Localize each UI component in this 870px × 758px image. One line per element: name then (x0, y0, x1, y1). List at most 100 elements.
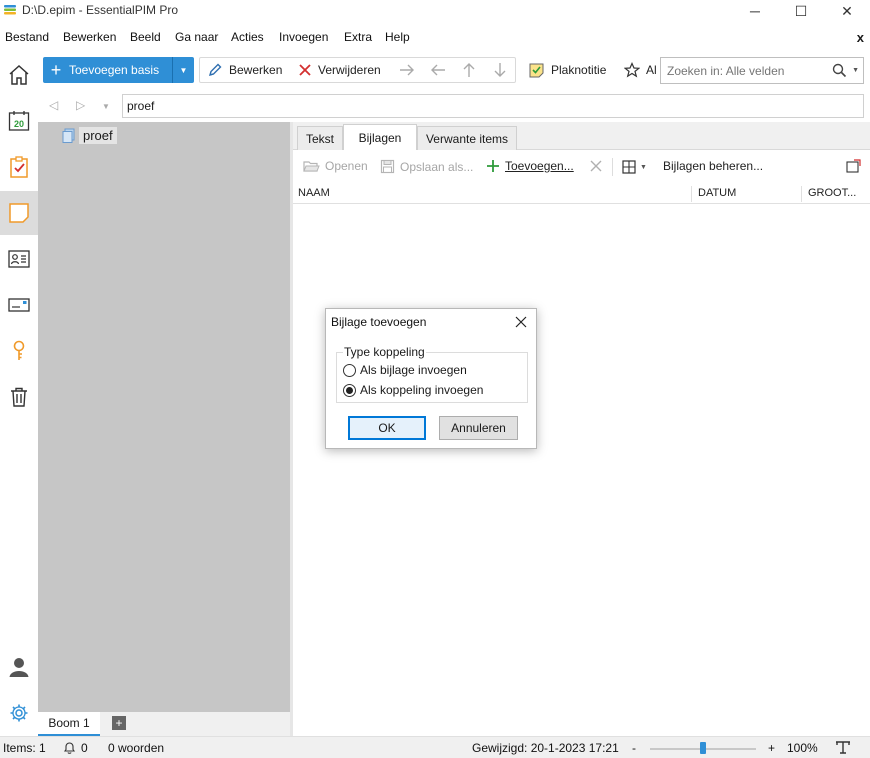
notes-icon[interactable] (0, 191, 38, 235)
email-icon[interactable] (4, 290, 34, 320)
minimize-button[interactable]: ─ (732, 0, 778, 22)
toolbar-divider (612, 158, 613, 176)
tasks-icon[interactable] (4, 152, 34, 182)
search-icon[interactable] (832, 63, 847, 81)
plus-icon: + (50, 60, 62, 80)
manage-attachments-button[interactable]: Bijlagen beheren... (663, 159, 763, 173)
dialog-close-icon[interactable] (512, 313, 530, 331)
menu-bestand[interactable]: Bestand (5, 30, 49, 44)
module-navigation: 20 (0, 54, 38, 736)
menu-ga-naar[interactable]: Ga naar (175, 30, 218, 44)
menu-help[interactable]: Help (385, 30, 410, 44)
home-icon[interactable] (4, 60, 34, 90)
tab-boom-1[interactable]: Boom 1 (38, 712, 100, 736)
zoom-in-button[interactable]: + (768, 741, 775, 755)
radio-button-unchecked[interactable] (343, 363, 356, 377)
search-input[interactable] (667, 62, 827, 80)
menu-acties[interactable]: Acties (231, 30, 264, 44)
main-toolbar: + Toevoegen basis ▼ Bewerken Verwijderen… (0, 54, 870, 88)
column-separator[interactable] (691, 186, 692, 202)
back-icon[interactable]: ◁ (49, 98, 58, 112)
user-account-icon[interactable] (4, 652, 34, 682)
tree-tabs: Boom 1 + (38, 712, 290, 736)
zoom-out-button[interactable]: - (632, 741, 636, 755)
dialog-title: Bijlage toevoegen (331, 315, 427, 329)
menu-bewerken[interactable]: Bewerken (63, 30, 116, 44)
add-basic-button[interactable]: + Toevoegen basis ▼ (43, 57, 194, 83)
sticky-note-button[interactable]: Plaknotitie (528, 57, 606, 83)
tree-node[interactable]: proef (62, 127, 117, 144)
add-basic-label: Toevoegen basis (69, 63, 160, 77)
zoom-slider-thumb[interactable] (700, 742, 706, 754)
close-document-button[interactable]: x (857, 30, 864, 45)
delete-button[interactable]: Verwijderen (298, 57, 381, 83)
calendar-icon[interactable]: 20 (4, 106, 34, 136)
save-as-button[interactable]: Opslaan als... (380, 159, 473, 174)
remove-attachment-x-icon[interactable] (590, 160, 602, 172)
trash-icon[interactable] (4, 382, 34, 412)
search-options-chevron-icon[interactable]: ▼ (852, 67, 859, 74)
arrow-left-icon[interactable] (428, 61, 448, 79)
add-attachment-dialog: Bijlage toevoegen Type koppeling Als bij… (325, 308, 537, 449)
edit-button[interactable]: Bewerken (207, 57, 282, 83)
column-grootte[interactable]: GROOT... (808, 187, 856, 199)
attachments-toolbar: Openen Opslaan als... Toevoegen... ▼ Bij… (293, 152, 870, 182)
menu-invoegen[interactable]: Invoegen (279, 30, 328, 44)
view-chevron-down-icon[interactable]: ▼ (640, 164, 647, 171)
link-type-label: Type koppeling (343, 345, 426, 359)
arrow-down-icon[interactable] (490, 61, 510, 79)
radio-insert-as-link[interactable]: Als koppeling invoegen (343, 383, 483, 397)
edit-label: Bewerken (229, 63, 283, 77)
manage-attachments-label: Bijlagen beheren... (663, 159, 764, 173)
ok-button[interactable]: OK (348, 416, 426, 440)
history-chevron-down-icon[interactable]: ▼ (102, 102, 110, 111)
arrow-right-icon[interactable] (397, 61, 417, 79)
view-grid-icon[interactable]: ▼ (622, 160, 647, 174)
column-naam[interactable]: NAAM (298, 187, 330, 199)
calendar-day-number: 20 (14, 119, 24, 129)
column-separator[interactable] (801, 186, 802, 202)
path-field[interactable]: proef (122, 94, 864, 118)
essentialpim-logo-icon (4, 5, 16, 15)
delete-label: Verwijderen (318, 63, 381, 77)
tab-bijlagen[interactable]: Bijlagen (343, 124, 417, 150)
radio-insert-as-attachment-label: Als bijlage invoegen (360, 363, 467, 377)
open-attachment-button[interactable]: Openen (303, 159, 368, 173)
detach-window-icon[interactable] (846, 159, 861, 173)
add-tree-tab-button[interactable]: + (112, 716, 126, 730)
forward-icon[interactable]: ▷ (76, 98, 85, 112)
status-word-count: 0 woorden (108, 741, 165, 755)
column-datum[interactable]: DATUM (698, 187, 736, 199)
menu-beeld[interactable]: Beeld (130, 30, 161, 44)
menu-bar: Bestand Bewerken Beeld Ga naar Acties In… (0, 26, 870, 50)
path-bar: ◁ ▷ ▼ proef (40, 92, 870, 120)
contacts-icon[interactable] (4, 244, 34, 274)
plus-green-icon (486, 159, 500, 173)
tree-pane: proef (38, 122, 290, 736)
delete-x-icon (298, 63, 312, 77)
passwords-key-icon[interactable] (4, 336, 34, 366)
sticky-note-label: Plaknotitie (551, 63, 607, 77)
favorites-button[interactable]: Al (624, 57, 657, 83)
text-cursor-icon[interactable] (835, 740, 851, 758)
sticky-note-icon (528, 62, 545, 79)
arrow-up-icon[interactable] (459, 61, 479, 79)
status-reminders-count: 0 (81, 741, 88, 755)
add-attachment-button[interactable]: Toevoegen... (486, 159, 574, 173)
menu-extra[interactable]: Extra (344, 30, 372, 44)
radio-button-checked[interactable] (343, 383, 356, 397)
close-window-button[interactable]: ✕ (824, 0, 870, 22)
tab-tekst[interactable]: Tekst (297, 126, 343, 150)
cancel-button[interactable]: Annuleren (439, 416, 518, 440)
bell-icon[interactable] (62, 740, 77, 758)
settings-gear-icon[interactable] (4, 698, 34, 728)
search-box[interactable]: ▼ (660, 57, 864, 84)
add-attachment-label: Toevoegen... (505, 159, 574, 173)
tree-node-label: proef (79, 127, 117, 144)
tab-verwante-items[interactable]: Verwante items (417, 126, 517, 150)
add-dropdown-arrow-icon[interactable]: ▼ (172, 57, 194, 83)
favorites-label: Al (646, 63, 657, 77)
radio-insert-as-attachment[interactable]: Als bijlage invoegen (343, 363, 467, 377)
maximize-button[interactable]: ☐ (778, 0, 824, 22)
save-as-label: Opslaan als... (400, 159, 474, 174)
